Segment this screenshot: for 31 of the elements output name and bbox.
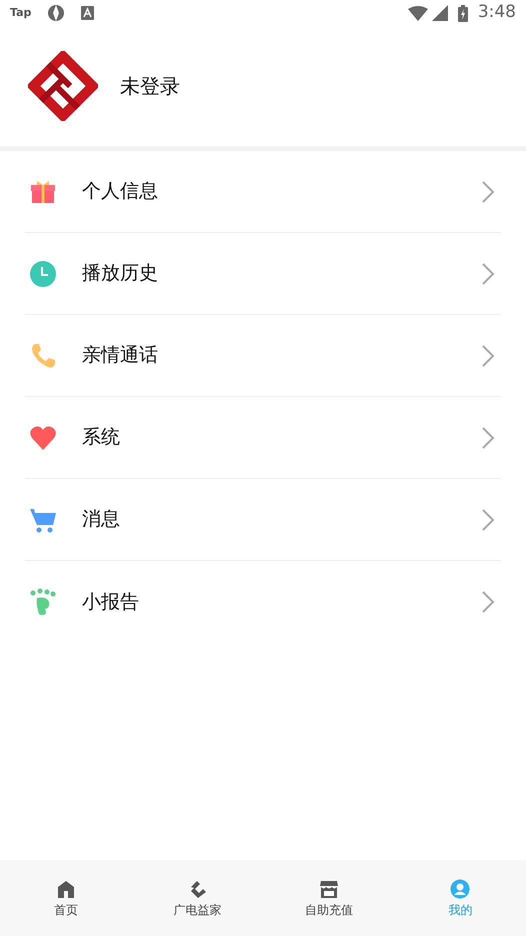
tab[interactable]: 自助充值 [263,860,394,936]
menu-item[interactable]: 消息 [82,505,120,534]
app-icon [47,4,66,22]
tab[interactable]: 广电益家 [132,860,263,936]
menu-item[interactable]: 小报告 [82,588,139,616]
username[interactable]: 未登录 [120,71,180,101]
menu-item[interactable]: 个人信息 [82,177,158,206]
chevron-right-icon [481,590,495,614]
heart-icon [29,424,57,452]
menu-item[interactable]: 播放历史 [82,259,158,288]
user-icon [450,879,470,899]
clock-time: 3:48 [478,1,516,24]
battery-icon [458,4,468,22]
menu-item[interactable]: 亲情通话 [82,341,158,370]
menu-item[interactable]: 系统 [82,423,120,452]
chevron-right-icon [481,180,495,204]
chevron-right-icon [481,508,495,532]
chevron-right-icon [481,426,495,450]
app-label: Tap [10,4,32,21]
wifi-icon [408,6,428,20]
footprint-icon [29,588,57,616]
app-icon [81,6,94,20]
chevron-right-icon [481,262,495,286]
app-logo [28,51,98,121]
store-icon [318,879,339,899]
signal-icon [432,5,448,21]
home-icon [56,879,76,899]
chevron-right-icon [481,344,495,368]
tab[interactable]: 首页 [0,860,132,936]
clock-icon [29,260,57,288]
phone-icon [29,342,57,370]
